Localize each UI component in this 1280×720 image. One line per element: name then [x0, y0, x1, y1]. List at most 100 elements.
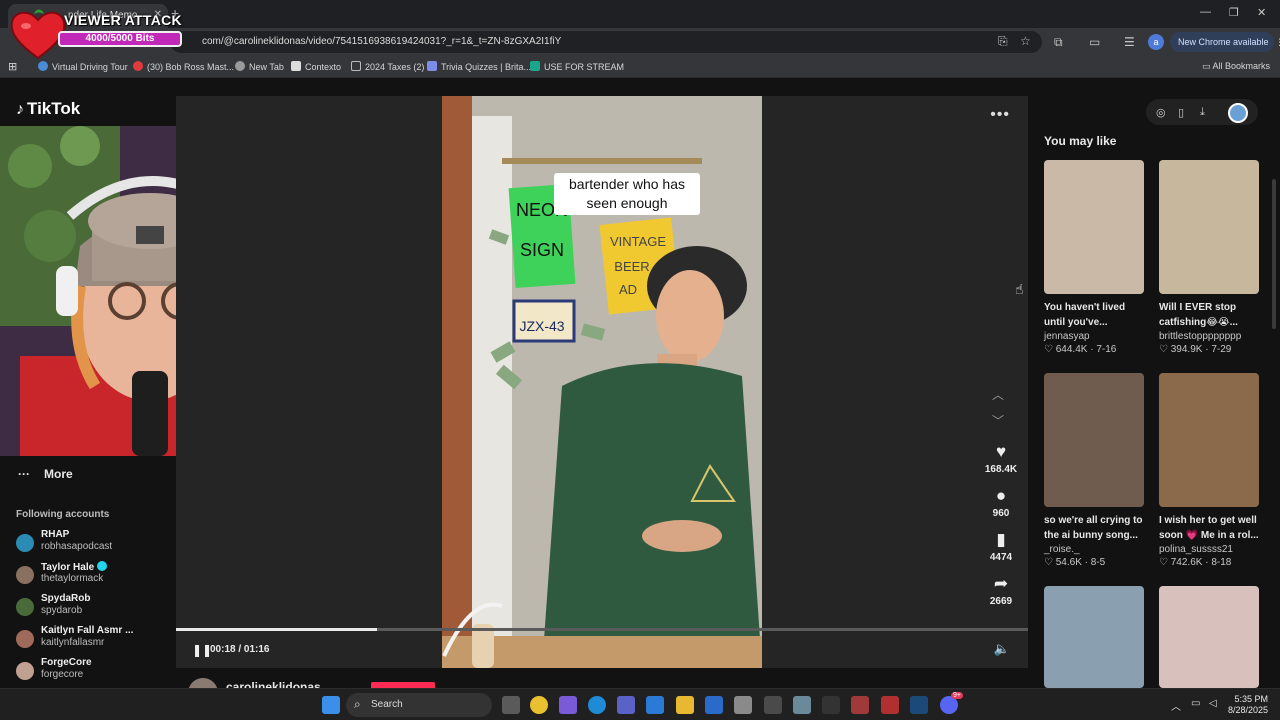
browser-tab-bar: nder Life Memo ✕ + — ❐ ✕	[0, 0, 1280, 28]
recommended-video[interactable]: Will I EVER stop catfishing😂😭... brittle…	[1159, 160, 1259, 355]
recommended-video[interactable]	[1159, 586, 1259, 688]
profile-avatar[interactable]	[1228, 103, 1248, 123]
share-icon: ➦	[993, 574, 1009, 593]
next-video-icon[interactable]: ﹀	[992, 412, 1004, 429]
app-icon[interactable]	[734, 696, 752, 714]
bookmark-folder[interactable]: 2024 Taxes (2)	[351, 61, 424, 72]
svg-text:BEER: BEER	[614, 259, 649, 274]
volume-icon[interactable]: 🔈	[994, 641, 1010, 657]
viewer-attack-title: VIEWER ATTACK	[64, 12, 182, 28]
video-time: 00:18 / 01:16	[210, 644, 270, 655]
download-icon[interactable]: ⤓	[1200, 106, 1205, 119]
side-panel-icon[interactable]: ▭	[1089, 35, 1100, 49]
previous-video-icon[interactable]: ︿	[992, 386, 1004, 403]
svg-text:VINTAGE: VINTAGE	[610, 234, 666, 249]
search-icon: ⌕	[354, 697, 361, 711]
store-icon[interactable]	[646, 696, 664, 714]
bookmark-item[interactable]: Virtual Driving Tour	[38, 61, 128, 72]
coins-icon[interactable]: ◎	[1156, 106, 1166, 119]
like-button[interactable]: ♥ 168.4K	[976, 442, 1026, 475]
close-window-icon[interactable]: ✕	[1257, 6, 1266, 19]
share-button[interactable]: ➦ 2669	[976, 574, 1026, 607]
reading-list-icon[interactable]: ☰	[1124, 35, 1135, 49]
all-bookmarks[interactable]: ▭ All Bookmarks	[1202, 61, 1270, 72]
comment-button[interactable]: ● 960	[976, 486, 1026, 519]
you-may-like-header: You may like	[1044, 134, 1117, 148]
following-account[interactable]: Taylor Hale thetaylormack	[16, 561, 176, 587]
recommended-video[interactable]: I wish her to get well soon 💗 Me in a ro…	[1159, 373, 1259, 568]
network-icon[interactable]: ▭	[1191, 698, 1200, 709]
cast-icon[interactable]: ⎘	[998, 34, 1008, 49]
following-account[interactable]: SpydaRob spydarob	[16, 593, 176, 619]
bookmark-item[interactable]: Contexto	[291, 61, 341, 72]
recommended-video[interactable]: You haven't lived until you've... jennas…	[1044, 160, 1144, 355]
recommended-video[interactable]	[1044, 586, 1144, 688]
copilot-icon[interactable]	[559, 696, 577, 714]
tray-chevron-icon[interactable]: ︿	[1171, 698, 1181, 713]
bookmarks-bar: ⊞ Virtual Driving Tour (30) Bob Ross Mas…	[0, 56, 1280, 78]
task-view-icon[interactable]	[502, 696, 520, 714]
following-account[interactable]: Kaitlyn Fall Asmr ... kaitlynfallasmr	[16, 625, 176, 651]
system-clock[interactable]: 5:35 PM 8/28/2025	[1228, 694, 1268, 716]
video-progress-bar[interactable]	[176, 628, 1028, 631]
more-menu[interactable]: ··· More	[18, 467, 73, 481]
app-icon[interactable]	[822, 696, 840, 714]
save-button[interactable]: ▮ 4474	[976, 530, 1026, 563]
outlook-icon[interactable]	[705, 696, 723, 714]
following-accounts-header: Following accounts	[16, 509, 110, 520]
teams-icon[interactable]	[617, 696, 635, 714]
app-icon[interactable]	[851, 696, 869, 714]
avatar	[16, 662, 34, 680]
video-thumbnail	[1159, 373, 1259, 507]
app-icon[interactable]	[881, 696, 899, 714]
following-account[interactable]: ForgeCore forgecore	[16, 657, 176, 683]
chrome-icon	[235, 61, 245, 71]
volume-icon[interactable]: ◁	[1209, 698, 1217, 709]
steam-icon[interactable]	[910, 696, 928, 714]
tiktok-logo[interactable]: ♪ TikTok	[16, 99, 80, 119]
chrome-icon[interactable]	[530, 696, 548, 714]
more-options-icon[interactable]: •••	[990, 106, 1010, 124]
tiktok-page: ♪ TikTok ··· More Following accounts RHA…	[0, 79, 1280, 690]
app-icon[interactable]	[764, 696, 782, 714]
video-player[interactable]: NEON SIGN VINTAGE BEER AD JZX-43 bartend…	[176, 96, 1028, 668]
url-text: com/@carolineklidonas/video/754151693861…	[202, 36, 562, 47]
apps-grid-icon[interactable]: ⊞	[8, 60, 17, 73]
following-account[interactable]: RHAP robhasapodcast	[16, 529, 176, 555]
edge-icon[interactable]	[588, 696, 606, 714]
youtube-icon	[133, 61, 143, 71]
video-frame[interactable]: NEON SIGN VINTAGE BEER AD JZX-43 bartend…	[442, 96, 762, 668]
video-thumbnail	[1044, 586, 1144, 688]
profile-avatar[interactable]: a	[1148, 34, 1164, 50]
scrollbar[interactable]	[1272, 179, 1276, 329]
stream-icon	[530, 61, 540, 71]
menu-kebab-icon[interactable]: ⋮	[1275, 37, 1280, 47]
minimize-icon[interactable]: —	[1200, 6, 1211, 18]
bookmark-star-icon[interactable]: ☆	[1020, 34, 1031, 48]
bookmark-item[interactable]: USE FOR STREAM	[530, 61, 624, 72]
app-icon[interactable]	[793, 696, 811, 714]
screen: nder Life Memo ✕ + — ❐ ✕ com/@carolinekl…	[0, 0, 1280, 720]
video-thumbnail	[1159, 586, 1259, 688]
verified-badge-icon	[97, 561, 108, 571]
new-chrome-button[interactable]: New Chrome available ⋮	[1170, 32, 1280, 52]
bits-progress: 4000/5000 Bits	[58, 31, 182, 47]
bookmark-icon: ▮	[996, 530, 1006, 549]
bookmark-item[interactable]: Trivia Quizzes | Brita...	[427, 61, 531, 72]
browser-toolbar: com/@carolineklidonas/video/754151693861…	[0, 28, 1280, 56]
device-icon[interactable]: ▯	[1178, 106, 1184, 119]
bookmark-item[interactable]: New Tab	[235, 61, 284, 72]
address-bar[interactable]: com/@carolineklidonas/video/754151693861…	[170, 31, 1042, 53]
file-explorer-icon[interactable]	[676, 696, 694, 714]
windows-start-icon[interactable]	[322, 696, 340, 714]
notification-badge: 9+	[951, 692, 963, 699]
extensions-icon[interactable]: ⧉	[1054, 35, 1063, 50]
video-progress-fill	[176, 628, 378, 631]
ellipsis-icon: ···	[18, 467, 30, 481]
bookmark-item[interactable]: (30) Bob Ross Mast...	[133, 61, 234, 72]
video-caption: bartender who has seen enough	[554, 173, 700, 215]
recommended-video[interactable]: so we're all crying to the ai bunny song…	[1044, 373, 1144, 568]
restore-icon[interactable]: ❐	[1229, 6, 1239, 19]
folder-icon: ▭	[1201, 61, 1213, 71]
taskbar-search[interactable]: ⌕ Search	[346, 693, 492, 717]
